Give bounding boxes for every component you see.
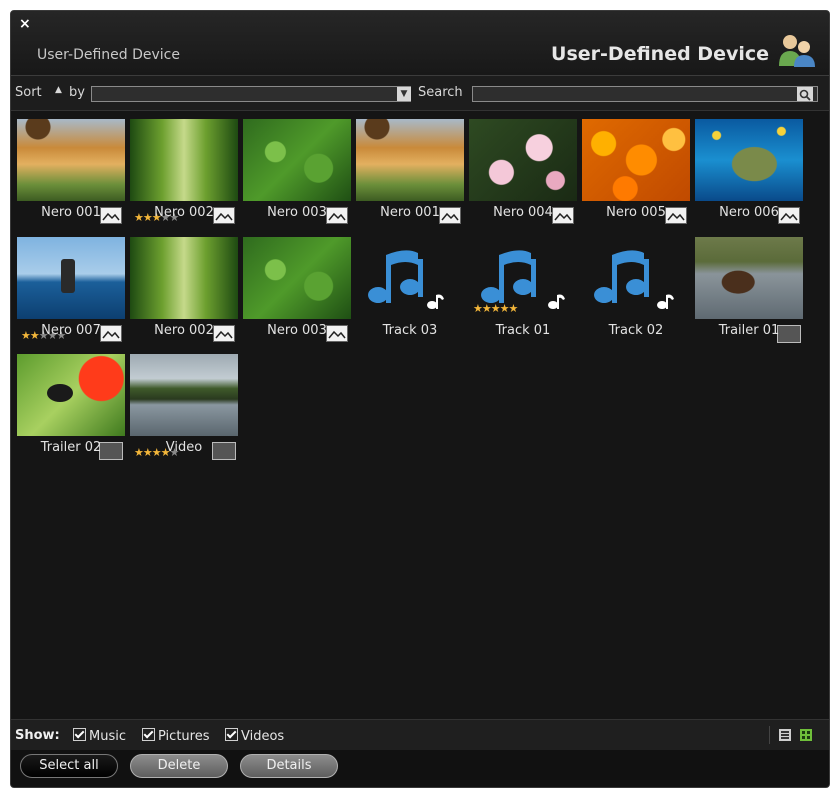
media-item[interactable]: Nero 001 xyxy=(356,119,464,227)
thumbnail xyxy=(695,119,803,201)
device-window: × User-Defined Device User-Defined Devic… xyxy=(10,10,830,788)
show-label: Show: xyxy=(15,728,60,743)
users-icon xyxy=(779,35,815,67)
media-item[interactable]: Trailer 01 xyxy=(695,237,803,345)
window-subtitle: User-Defined Device xyxy=(37,47,180,63)
thumbnail xyxy=(356,119,464,201)
item-caption: Nero 005 xyxy=(606,205,666,220)
pictures-checkbox[interactable]: Pictures xyxy=(142,728,209,744)
action-bar: Select all Delete Details xyxy=(11,750,829,787)
checkbox-checked-icon xyxy=(73,728,86,741)
item-caption: Nero 004 xyxy=(493,205,553,220)
item-caption: Track 02 xyxy=(608,323,664,338)
item-caption: Nero 006 xyxy=(719,205,779,220)
media-item[interactable]: Trailer 02 xyxy=(17,354,125,462)
item-caption: Nero 002 xyxy=(154,205,214,220)
by-label: by xyxy=(69,85,85,100)
filter-bar: Show: Music Pictures Videos xyxy=(11,719,829,750)
close-icon[interactable]: × xyxy=(19,17,31,31)
media-item[interactable]: ★★★★★ Track 01 xyxy=(469,237,577,345)
thumbnail xyxy=(243,237,351,319)
chevron-down-icon[interactable]: ▼ xyxy=(397,87,411,101)
thumbnail xyxy=(243,119,351,201)
search-label: Search xyxy=(418,85,463,100)
item-caption: Nero 002 xyxy=(154,323,214,338)
thumbnail xyxy=(582,119,690,201)
item-caption: Track 03 xyxy=(382,323,438,338)
media-item[interactable]: Nero 001 xyxy=(17,119,125,227)
delete-button[interactable]: Delete xyxy=(130,754,228,778)
thumbnail xyxy=(469,119,577,201)
item-caption: Trailer 01 xyxy=(718,323,780,338)
music-note-icon xyxy=(368,250,444,309)
media-item[interactable]: Track 02 xyxy=(582,237,690,345)
thumbnail xyxy=(130,354,238,436)
videos-checkbox[interactable]: Videos xyxy=(225,728,284,744)
music-checkbox[interactable]: Music xyxy=(73,728,126,744)
select-all-button[interactable]: Select all xyxy=(20,754,118,778)
item-caption: Video xyxy=(165,440,203,455)
media-item[interactable]: ★★★★★ Nero 002 xyxy=(130,119,238,227)
media-item[interactable]: ★★★★★ Nero 007 xyxy=(17,237,125,345)
thumbnail xyxy=(17,119,125,201)
window-title: User-Defined Device xyxy=(551,43,769,65)
search-input[interactable] xyxy=(472,86,818,102)
item-caption: Nero 003 xyxy=(267,205,327,220)
item-caption: Nero 003 xyxy=(267,323,327,338)
divider xyxy=(769,726,770,744)
sort-by-select[interactable] xyxy=(91,86,411,102)
media-item[interactable]: Nero 004 xyxy=(469,119,577,227)
sort-direction-icon[interactable]: ▲ xyxy=(55,85,62,95)
item-caption: Trailer 02 xyxy=(40,440,102,455)
thumbnail xyxy=(17,237,125,319)
thumbnail xyxy=(17,354,125,436)
thumbnail xyxy=(130,119,238,201)
thumbnail xyxy=(130,237,238,319)
search-icon[interactable] xyxy=(797,87,813,101)
item-caption: Nero 001 xyxy=(41,205,101,220)
item-caption: Nero 007 xyxy=(41,323,101,338)
media-item[interactable]: ★★★★★ Video xyxy=(130,354,238,462)
item-caption: Track 01 xyxy=(495,323,551,338)
media-item[interactable]: Track 03 xyxy=(356,237,464,345)
star-rating: ★★★★★ xyxy=(473,302,518,315)
checkbox-checked-icon xyxy=(225,728,238,741)
title-bar: × User-Defined Device User-Defined Devic… xyxy=(11,11,829,76)
details-button[interactable]: Details xyxy=(240,754,338,778)
toolbar: Sort ▲ by ▼ Search xyxy=(11,76,829,111)
music-note-icon xyxy=(594,250,674,309)
media-item[interactable]: Nero 002 xyxy=(130,237,238,345)
media-grid: Nero 001 ★★★★★ Nero 002 Nero 003 Nero 00… xyxy=(17,119,827,714)
media-item[interactable]: Nero 003 xyxy=(243,237,351,345)
grid-view-icon[interactable] xyxy=(800,729,812,741)
item-caption: Nero 001 xyxy=(380,205,440,220)
thumbnail xyxy=(695,237,803,319)
list-view-icon[interactable] xyxy=(779,729,791,741)
media-item[interactable]: Nero 003 xyxy=(243,119,351,227)
sort-label: Sort xyxy=(15,85,42,100)
media-item[interactable]: Nero 005 xyxy=(582,119,690,227)
media-item[interactable]: Nero 006 xyxy=(695,119,803,227)
checkbox-checked-icon xyxy=(142,728,155,741)
